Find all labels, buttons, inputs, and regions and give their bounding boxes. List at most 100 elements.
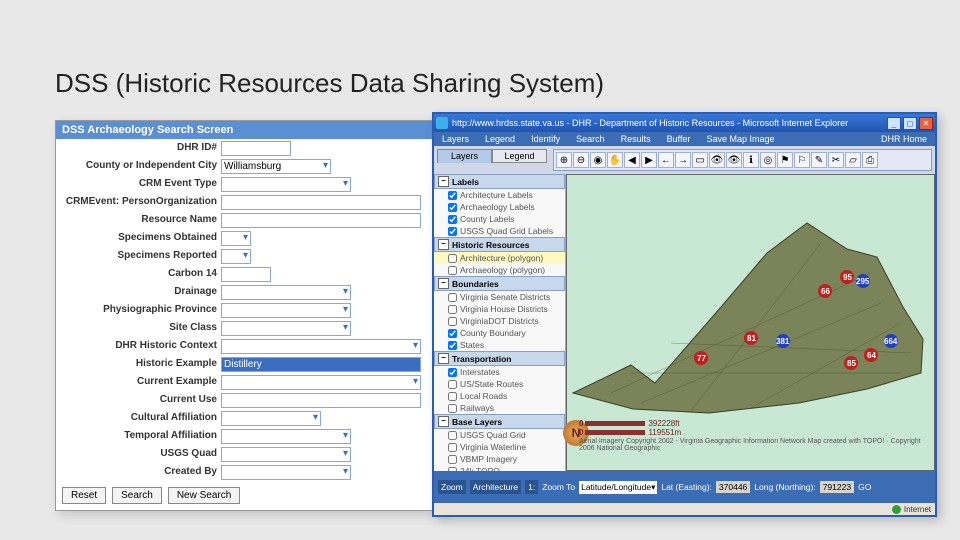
layer-item[interactable]: Architecture (polygon) <box>434 252 565 264</box>
dropdown[interactable] <box>221 321 351 336</box>
layer-item[interactable]: Architecture Labels <box>434 189 565 201</box>
scissors-icon[interactable]: ✂ <box>828 152 844 168</box>
dropdown[interactable] <box>221 465 351 480</box>
target-icon[interactable]: ◎ <box>760 152 776 168</box>
layer-item[interactable]: County Labels <box>434 213 565 225</box>
binoculars-icon[interactable]: 👁 <box>709 152 725 168</box>
layer-checkbox[interactable] <box>448 317 457 326</box>
tab-layers[interactable]: Layers <box>437 149 492 163</box>
layer-checkbox[interactable] <box>448 254 457 263</box>
layer-group-header[interactable]: Historic Resources <box>434 237 565 252</box>
layer-item[interactable]: USGS Quad Grid Labels <box>434 225 565 237</box>
pencil-icon[interactable]: ✎ <box>811 152 827 168</box>
arrow-right-icon[interactable]: → <box>675 152 691 168</box>
menu-item[interactable]: Search <box>568 134 613 144</box>
coord-mode-select[interactable]: Latitude/Longitude ▾ <box>579 481 657 494</box>
text-input[interactable] <box>221 141 291 156</box>
layer-item[interactable]: Interstates <box>434 366 565 378</box>
binoculars-2-icon[interactable]: 👁 <box>726 152 742 168</box>
layer-item[interactable]: VirginiaDOT Districts <box>434 315 565 327</box>
layer-checkbox[interactable] <box>448 329 457 338</box>
maximize-button[interactable]: ◻ <box>903 117 917 130</box>
dropdown[interactable] <box>221 411 321 426</box>
layer-checkbox[interactable] <box>448 191 457 200</box>
map-viewport[interactable]: 77 81 381 66 95 295 664 85 64 N 0392228f… <box>566 174 935 471</box>
reset-button[interactable]: Reset <box>62 487 106 504</box>
text-input[interactable] <box>221 195 421 210</box>
dropdown[interactable] <box>221 303 351 318</box>
menu-item[interactable]: Identify <box>523 134 568 144</box>
layer-checkbox[interactable] <box>448 305 457 314</box>
dropdown[interactable]: Williamsburg <box>221 159 331 174</box>
layer-item[interactable]: VBMP Imagery <box>434 453 565 465</box>
arrow-left-blue-icon[interactable]: ◀ <box>624 152 640 168</box>
dropdown[interactable] <box>221 429 351 444</box>
search-button[interactable]: Search <box>112 487 162 504</box>
layer-checkbox[interactable] <box>448 443 457 452</box>
layer-checkbox[interactable] <box>448 392 457 401</box>
dropdown[interactable] <box>221 177 351 192</box>
layer-item[interactable]: 24k TOPO <box>434 465 565 471</box>
layer-item[interactable]: States <box>434 339 565 351</box>
layer-group-header[interactable]: Base Layers <box>434 414 565 429</box>
menu-item-dhr-home[interactable]: DHR Home <box>873 134 935 144</box>
arrow-right-blue-icon[interactable]: ▶ <box>641 152 657 168</box>
layer-checkbox[interactable] <box>448 341 457 350</box>
text-input[interactable] <box>221 267 271 282</box>
dropdown[interactable] <box>221 231 251 246</box>
go-button[interactable]: GO <box>858 482 871 492</box>
hand-icon[interactable]: ✋ <box>607 152 623 168</box>
layer-checkbox[interactable] <box>448 380 457 389</box>
flag-icon[interactable]: ⚑ <box>777 152 793 168</box>
zoom-in-icon[interactable]: ⊕ <box>556 152 572 168</box>
layer-item[interactable]: Virginia Waterline <box>434 441 565 453</box>
layer-item[interactable]: Archaeology (polygon) <box>434 264 565 276</box>
dropdown[interactable] <box>221 249 251 264</box>
layer-item[interactable]: US/State Routes <box>434 378 565 390</box>
globe-icon[interactable]: ◉ <box>590 152 606 168</box>
eraser-icon[interactable]: ▱ <box>845 152 861 168</box>
text-input[interactable] <box>221 393 421 408</box>
layer-checkbox[interactable] <box>448 368 457 377</box>
lat-value[interactable]: 370446 <box>716 481 750 493</box>
layer-item[interactable]: Virginia Senate Districts <box>434 291 565 303</box>
layer-item[interactable]: Virginia House Districts <box>434 303 565 315</box>
dropdown[interactable] <box>221 375 421 390</box>
layer-checkbox[interactable] <box>448 404 457 413</box>
layer-checkbox[interactable] <box>448 203 457 212</box>
marquee-icon[interactable]: ▭ <box>692 152 708 168</box>
layer-checkbox[interactable] <box>448 467 457 472</box>
close-button[interactable]: ✕ <box>919 117 933 130</box>
layer-group-header[interactable]: Boundaries <box>434 276 565 291</box>
layer-checkbox[interactable] <box>448 215 457 224</box>
zoom-out-icon[interactable]: ⊖ <box>573 152 589 168</box>
dropdown[interactable] <box>221 447 351 462</box>
layer-checkbox[interactable] <box>448 455 457 464</box>
arrow-left-icon[interactable]: ← <box>658 152 674 168</box>
layer-item[interactable]: County Boundary <box>434 327 565 339</box>
dropdown[interactable] <box>221 339 421 354</box>
layer-group-header[interactable]: Transportation <box>434 351 565 366</box>
menu-item[interactable]: Save Map Image <box>699 134 783 144</box>
menu-item[interactable]: Layers <box>434 134 477 144</box>
text-input[interactable] <box>221 213 421 228</box>
layer-group-header[interactable]: Labels <box>434 174 565 189</box>
bb-zoom[interactable]: Zoom <box>438 480 466 494</box>
minimize-button[interactable]: _ <box>887 117 901 130</box>
tab-legend[interactable]: Legend <box>492 149 547 163</box>
layer-item[interactable]: Local Roads <box>434 390 565 402</box>
flag-r-icon[interactable]: ⚐ <box>794 152 810 168</box>
layer-checkbox[interactable] <box>448 431 457 440</box>
print-icon[interactable]: ⎙ <box>862 152 878 168</box>
layer-checkbox[interactable] <box>448 293 457 302</box>
layer-checkbox[interactable] <box>448 266 457 275</box>
info-icon[interactable]: ℹ <box>743 152 759 168</box>
menu-item[interactable]: Results <box>613 134 659 144</box>
layer-checkbox[interactable] <box>448 227 457 236</box>
layer-item[interactable]: Archaeology Labels <box>434 201 565 213</box>
layer-item[interactable]: Railways <box>434 402 565 414</box>
menu-item[interactable]: Buffer <box>659 134 699 144</box>
dropdown[interactable] <box>221 285 351 300</box>
menu-item[interactable]: Legend <box>477 134 523 144</box>
new-search-button[interactable]: New Search <box>168 487 240 504</box>
